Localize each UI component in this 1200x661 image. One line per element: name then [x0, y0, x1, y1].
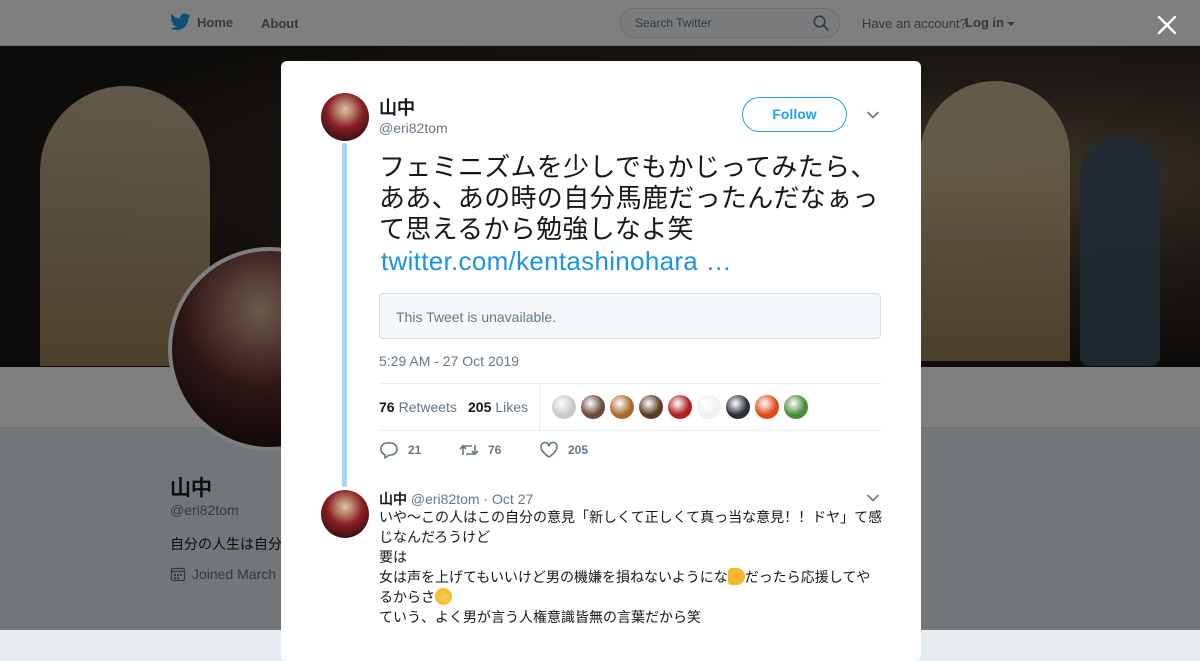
liker-avatar[interactable] [552, 395, 576, 419]
reply-line: いや〜この人はこの自分の意見「新しくて正しくて真っ当な意見！！ドヤ」て感じなんだ… [379, 510, 883, 546]
heart-icon [540, 441, 558, 458]
reply-header: 山中 @eri82tom · Oct 27 [379, 489, 533, 509]
reply-count: 21 [408, 443, 422, 457]
likes-count: 205 [468, 399, 492, 415]
liker-avatar[interactable] [610, 395, 634, 419]
reply-author-handle[interactable]: @eri82tom [411, 491, 480, 507]
chevron-down-icon[interactable] [866, 108, 880, 122]
liker-avatar[interactable] [581, 395, 605, 419]
tweet-link[interactable]: twitter.com/kentashinohara … [381, 246, 884, 277]
reply-line: 要は [379, 550, 407, 566]
liker-avatar[interactable] [639, 395, 663, 419]
reply-line: ていう、よく男が言う人権意識皆無の言葉だから笑 [379, 610, 701, 626]
likes-stat[interactable]: 205 Likes [468, 399, 528, 415]
like-count: 205 [568, 443, 589, 457]
tweet-body: フェミニズムを少しでもかじってみたら、ああ、あの時の自分馬鹿だったんだなぁって思… [379, 153, 879, 245]
quoted-tweet-unavailable: This Tweet is unavailable. [379, 293, 881, 339]
reply-line-part: 女は声を上げてもいいけど男の機嫌を損ねないようにな [379, 570, 728, 586]
reply-author-name[interactable]: 山中 [379, 492, 407, 508]
stats-divider [539, 384, 540, 430]
liker-avatar[interactable] [755, 395, 779, 419]
author-name[interactable]: 山中 [379, 94, 415, 120]
tweet-stats: 76 Retweets 205 Likes [379, 383, 881, 431]
tweet-text: フェミニズムを少しでもかじってみたら、ああ、あの時の自分馬鹿だったんだなぁって思… [379, 153, 884, 277]
flexed-biceps-emoji [727, 568, 745, 585]
retweets-label: Retweets [398, 399, 457, 415]
like-button[interactable]: 205 [539, 441, 588, 459]
retweets-stat[interactable]: 76 Retweets [379, 399, 457, 415]
reply-author-avatar[interactable] [321, 490, 369, 538]
reply-date[interactable]: · Oct 27 [483, 491, 533, 507]
liker-avatar[interactable] [726, 395, 750, 419]
reply-button[interactable]: 21 [379, 441, 421, 459]
chevron-down-icon[interactable] [866, 491, 880, 505]
reply-text: いや〜この人はこの自分の意見「新しくて正しくて真っ当な意見！！ドヤ」て感じなんだ… [379, 508, 884, 628]
follow-button[interactable]: Follow [742, 97, 847, 132]
thread-connector [342, 143, 347, 487]
liker-avatar[interactable] [784, 395, 808, 419]
retweets-count: 76 [379, 399, 395, 415]
author-avatar[interactable] [321, 93, 369, 141]
grinning-sweat-emoji [435, 588, 452, 605]
reply-line: 女は声を上げてもいいけど男の機嫌を損ねないようにな だったら応援してやるからさ [379, 568, 884, 608]
reply-icon [380, 442, 398, 459]
tweet-modal: 山中 @eri82tom Follow フェミニズムを少しでもかじってみたら、あ… [281, 61, 921, 661]
close-icon[interactable] [1156, 14, 1178, 36]
retweet-icon [459, 444, 479, 456]
liker-avatars [552, 395, 808, 419]
likes-label: Likes [495, 399, 529, 415]
tweet-timestamp[interactable]: 5:29 AM - 27 Oct 2019 [379, 353, 519, 369]
retweet-count: 76 [488, 443, 502, 457]
retweet-button[interactable]: 76 [459, 441, 501, 459]
author-handle[interactable]: @eri82tom [379, 120, 448, 136]
liker-avatar[interactable] [668, 395, 692, 419]
liker-avatar[interactable] [697, 395, 721, 419]
